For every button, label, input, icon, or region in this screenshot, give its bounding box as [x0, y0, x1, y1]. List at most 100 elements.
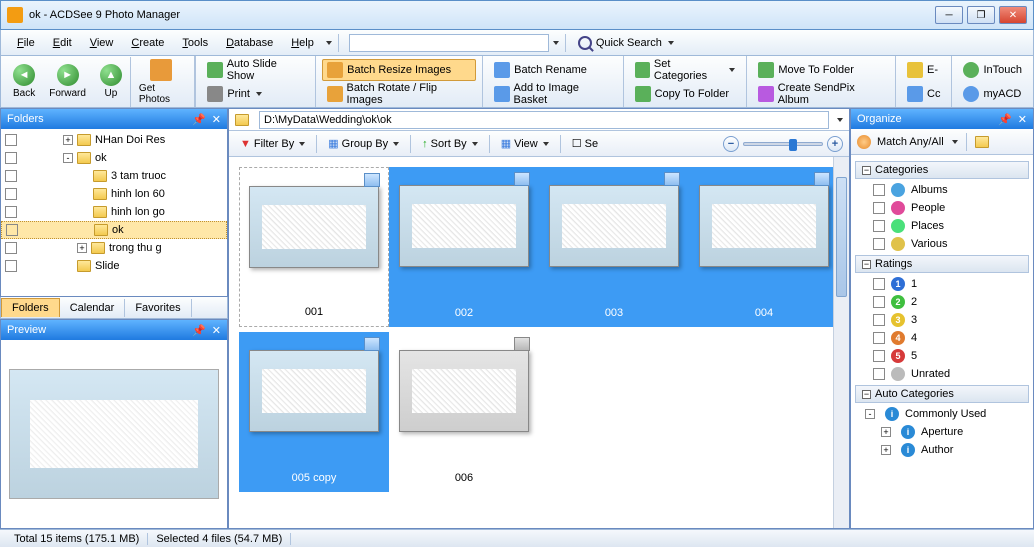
checkbox[interactable]	[5, 242, 17, 254]
tree-row[interactable]: hinh lon go	[1, 203, 227, 221]
menu-tools[interactable]: Tools	[174, 34, 216, 52]
rating-row[interactable]: 22	[855, 293, 1029, 311]
set-categories-button[interactable]: Set Categories	[630, 59, 741, 81]
tree-row[interactable]: + NHan Doi Res	[1, 131, 227, 149]
organize-body[interactable]: −Categories AlbumsPeoplePlacesVarious −Rat…	[851, 155, 1033, 528]
auto-category-row[interactable]: +iAuthor	[855, 441, 1029, 459]
checkbox[interactable]	[873, 238, 885, 250]
print-button[interactable]: Print	[202, 83, 309, 105]
tab-folders[interactable]: Folders	[1, 298, 60, 317]
expand-icon[interactable]: -	[865, 409, 875, 419]
checkbox[interactable]	[873, 368, 885, 380]
checkbox[interactable]	[873, 184, 885, 196]
cc-button[interactable]: Cc	[902, 83, 945, 105]
folders-panel-header[interactable]: Folders 📌✕	[1, 109, 227, 129]
select-button[interactable]: ☐Se	[567, 134, 603, 153]
category-row[interactable]: Albums	[855, 181, 1029, 199]
forward-button[interactable]: ►Forward	[43, 62, 92, 101]
expand-icon[interactable]: -	[63, 153, 73, 163]
checkbox[interactable]	[5, 152, 17, 164]
sort-by-button[interactable]: ↑Sort By	[417, 135, 483, 153]
thumbnail[interactable]: 002	[389, 167, 539, 327]
checkbox[interactable]	[5, 206, 17, 218]
checkbox[interactable]	[873, 202, 885, 214]
thumbnail[interactable]: 006	[389, 332, 539, 492]
match-label[interactable]: Match Any/All	[877, 136, 944, 148]
pin-icon[interactable]: 📌	[998, 113, 1012, 126]
batch-resize-button[interactable]: Batch Resize Images	[322, 59, 476, 81]
category-row[interactable]: Places	[855, 217, 1029, 235]
match-dropdown[interactable]	[952, 140, 958, 144]
tree-row[interactable]: ok	[1, 221, 227, 239]
expand-icon[interactable]: +	[881, 445, 891, 455]
checkbox[interactable]	[5, 260, 17, 272]
rating-row[interactable]: 55	[855, 347, 1029, 365]
copy-to-folder-button[interactable]: Copy To Folder	[630, 83, 741, 105]
category-row[interactable]: Various	[855, 235, 1029, 253]
menu-view[interactable]: View	[82, 34, 122, 52]
panel-close-icon[interactable]: ✕	[212, 324, 221, 337]
collapse-icon[interactable]: −	[862, 166, 871, 175]
tree-row[interactable]: hinh lon 60	[1, 185, 227, 203]
checkbox[interactable]	[5, 188, 17, 200]
checkbox[interactable]	[5, 134, 17, 146]
tab-calendar[interactable]: Calendar	[60, 299, 126, 317]
group-by-button[interactable]: ▦Group By	[323, 134, 404, 153]
checkbox[interactable]	[6, 224, 18, 236]
rating-row[interactable]: 44	[855, 329, 1029, 347]
tab-favorites[interactable]: Favorites	[125, 299, 191, 317]
search-history-dropdown[interactable]	[553, 41, 559, 45]
collapse-icon[interactable]: −	[862, 260, 871, 269]
thumbnail[interactable]: 001	[239, 167, 389, 327]
zoom-out-button[interactable]: −	[723, 136, 739, 152]
auto-slideshow-button[interactable]: Auto Slide Show	[202, 59, 309, 81]
batch-rotate-button[interactable]: Batch Rotate / Flip Images	[322, 83, 476, 105]
folder-tree[interactable]: + NHan Doi Res - ok 3 tam truoc hinh lon…	[1, 129, 227, 296]
checkbox[interactable]	[873, 332, 885, 344]
checkbox[interactable]	[873, 278, 885, 290]
zoom-control[interactable]: − +	[723, 136, 843, 152]
menu-database[interactable]: Database	[218, 34, 281, 52]
batch-rename-button[interactable]: Batch Rename	[489, 59, 616, 81]
tree-row[interactable]: Slide	[1, 257, 227, 275]
get-photos-button[interactable]: Get Photos	[130, 57, 188, 107]
zoom-in-button[interactable]: +	[827, 136, 843, 152]
expand-icon[interactable]: +	[77, 243, 87, 253]
path-dropdown[interactable]	[837, 118, 843, 122]
thumbnail[interactable]: 004	[689, 167, 839, 327]
myacd-button[interactable]: myACD	[958, 83, 1027, 105]
panel-close-icon[interactable]: ✕	[1018, 113, 1027, 126]
maximize-button[interactable]: ❐	[967, 6, 995, 24]
panel-close-icon[interactable]: ✕	[212, 113, 221, 126]
section-header[interactable]: −Categories	[855, 161, 1029, 179]
quick-search-button[interactable]: Quick Search	[578, 36, 674, 50]
pin-icon[interactable]: 📌	[192, 113, 206, 126]
category-row[interactable]: People	[855, 199, 1029, 217]
checkbox[interactable]	[873, 314, 885, 326]
section-header[interactable]: −Ratings	[855, 255, 1029, 273]
up-button[interactable]: ▲Up	[94, 62, 128, 101]
scrollbar-vertical[interactable]	[833, 157, 849, 528]
checkbox[interactable]	[873, 296, 885, 308]
menu-overflow[interactable]	[326, 41, 332, 45]
preview-panel-header[interactable]: Preview 📌✕	[1, 320, 227, 340]
search-box[interactable]	[349, 34, 549, 52]
filter-by-button[interactable]: ▼Filter By	[235, 135, 310, 153]
collapse-icon[interactable]: −	[862, 390, 871, 399]
rating-row[interactable]: 33	[855, 311, 1029, 329]
menu-edit[interactable]: Edit	[45, 34, 80, 52]
menu-create[interactable]: Create	[123, 34, 172, 52]
pin-icon[interactable]: 📌	[192, 324, 206, 337]
back-button[interactable]: ◄Back	[7, 62, 41, 101]
path-input[interactable]	[259, 111, 829, 129]
email-button[interactable]: E-	[902, 59, 945, 81]
new-category-icon[interactable]	[975, 136, 989, 148]
add-to-basket-button[interactable]: Add to Image Basket	[489, 83, 616, 105]
zoom-slider[interactable]	[743, 142, 823, 146]
thumbnail[interactable]: 005 copy	[239, 332, 389, 492]
checkbox[interactable]	[5, 170, 17, 182]
tree-row[interactable]: - ok	[1, 149, 227, 167]
close-button[interactable]: ✕	[999, 6, 1027, 24]
section-header[interactable]: −Auto Categories	[855, 385, 1029, 403]
thumbnails-grid[interactable]: 001 002 003 004 005 copy 006	[229, 157, 849, 528]
